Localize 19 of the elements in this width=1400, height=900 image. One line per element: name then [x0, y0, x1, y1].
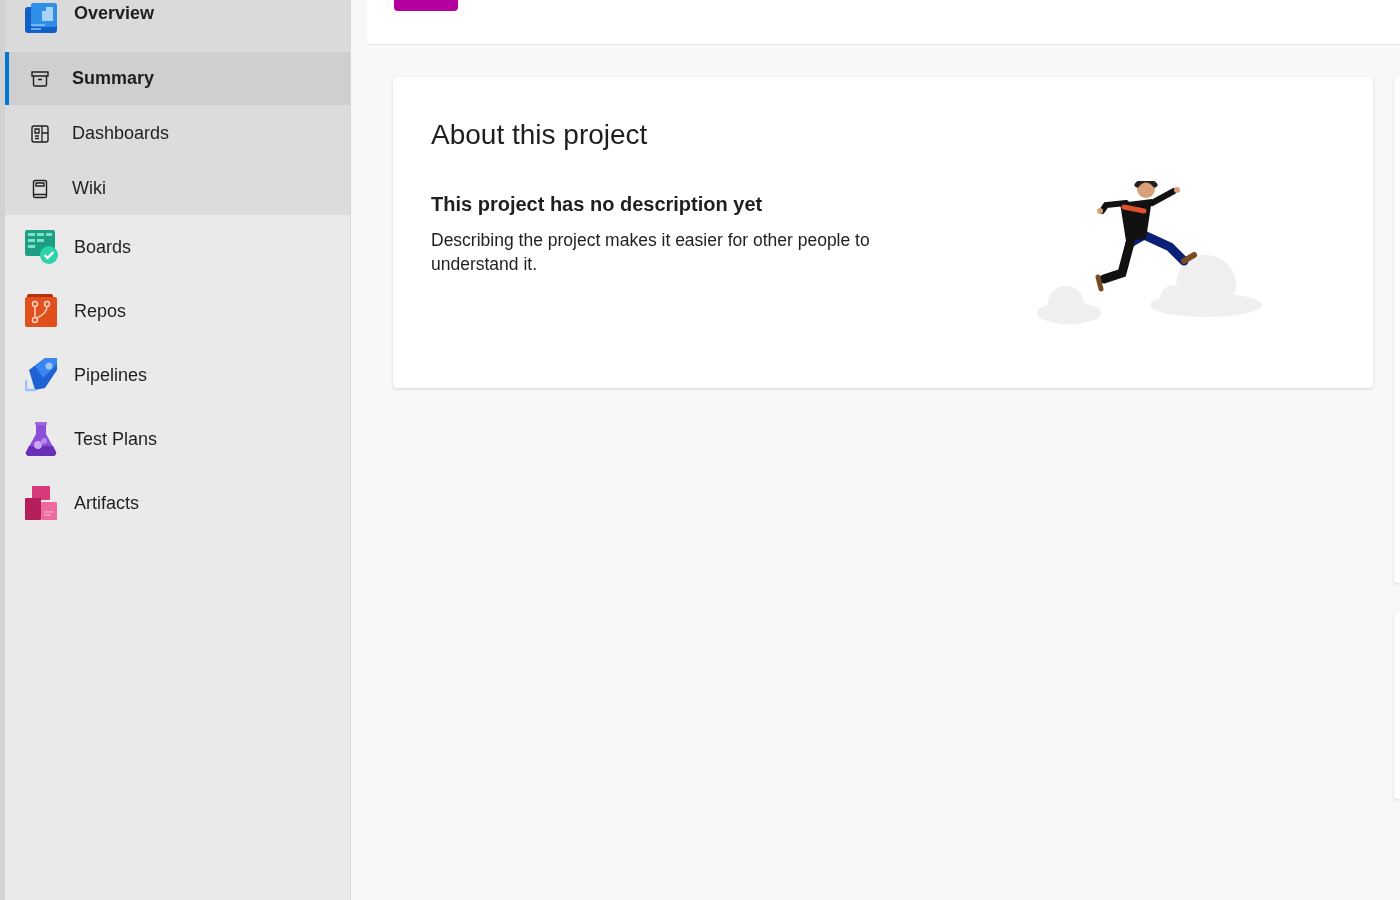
- repo-branch-icon: [25, 294, 57, 328]
- flask-icon: [25, 422, 57, 456]
- card-subtitle: This project has no description yet: [431, 192, 764, 217]
- nav-item[interactable]: Summary: [5, 52, 350, 105]
- card-title: About this project: [431, 118, 649, 152]
- nav-item[interactable]: Artifacts: [5, 471, 350, 535]
- rocket-icon: [25, 358, 57, 392]
- card-description: Describing the project makes it easier for other people to understand it.: [431, 229, 871, 276]
- nav-item[interactable]: Boards: [5, 215, 350, 279]
- nav-item[interactable]: Pipelines: [5, 343, 350, 407]
- overview-icon: [25, 1, 57, 33]
- board-check-icon: [25, 230, 59, 264]
- dashboard-icon: [30, 123, 50, 144]
- nav-item[interactable]: Test Plans: [5, 407, 350, 471]
- book-icon: [30, 178, 50, 199]
- nav-item[interactable]: Repos: [5, 279, 350, 343]
- header-button[interactable]: [394, 0, 458, 11]
- package-boxes-icon: [25, 486, 57, 520]
- archive-box-icon: [30, 68, 50, 89]
